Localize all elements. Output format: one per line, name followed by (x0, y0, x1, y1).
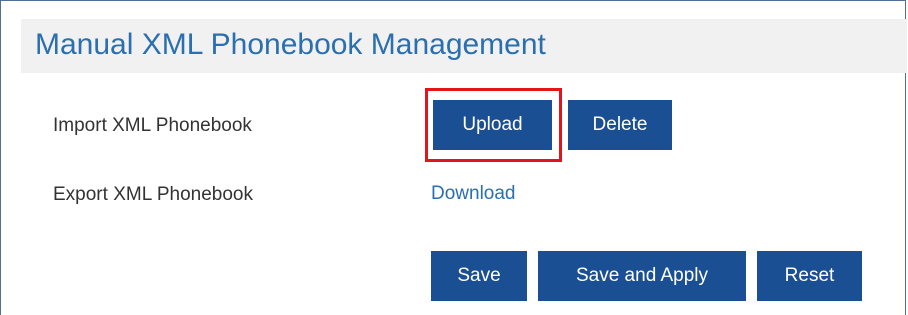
section-header: Manual XML Phonebook Management (21, 19, 907, 73)
delete-button[interactable]: Delete (568, 100, 672, 150)
upload-highlight-box (425, 88, 562, 162)
download-link[interactable]: Download (431, 183, 516, 205)
phonebook-panel: Manual XML Phonebook Management Import X… (0, 0, 907, 315)
save-and-apply-button[interactable]: Save and Apply (538, 251, 746, 301)
save-button[interactable]: Save (431, 251, 527, 301)
reset-button[interactable]: Reset (757, 251, 862, 301)
export-phonebook-label: Export XML Phonebook (53, 184, 253, 205)
page-title: Manual XML Phonebook Management (35, 28, 546, 61)
import-phonebook-label: Import XML Phonebook (53, 115, 252, 136)
